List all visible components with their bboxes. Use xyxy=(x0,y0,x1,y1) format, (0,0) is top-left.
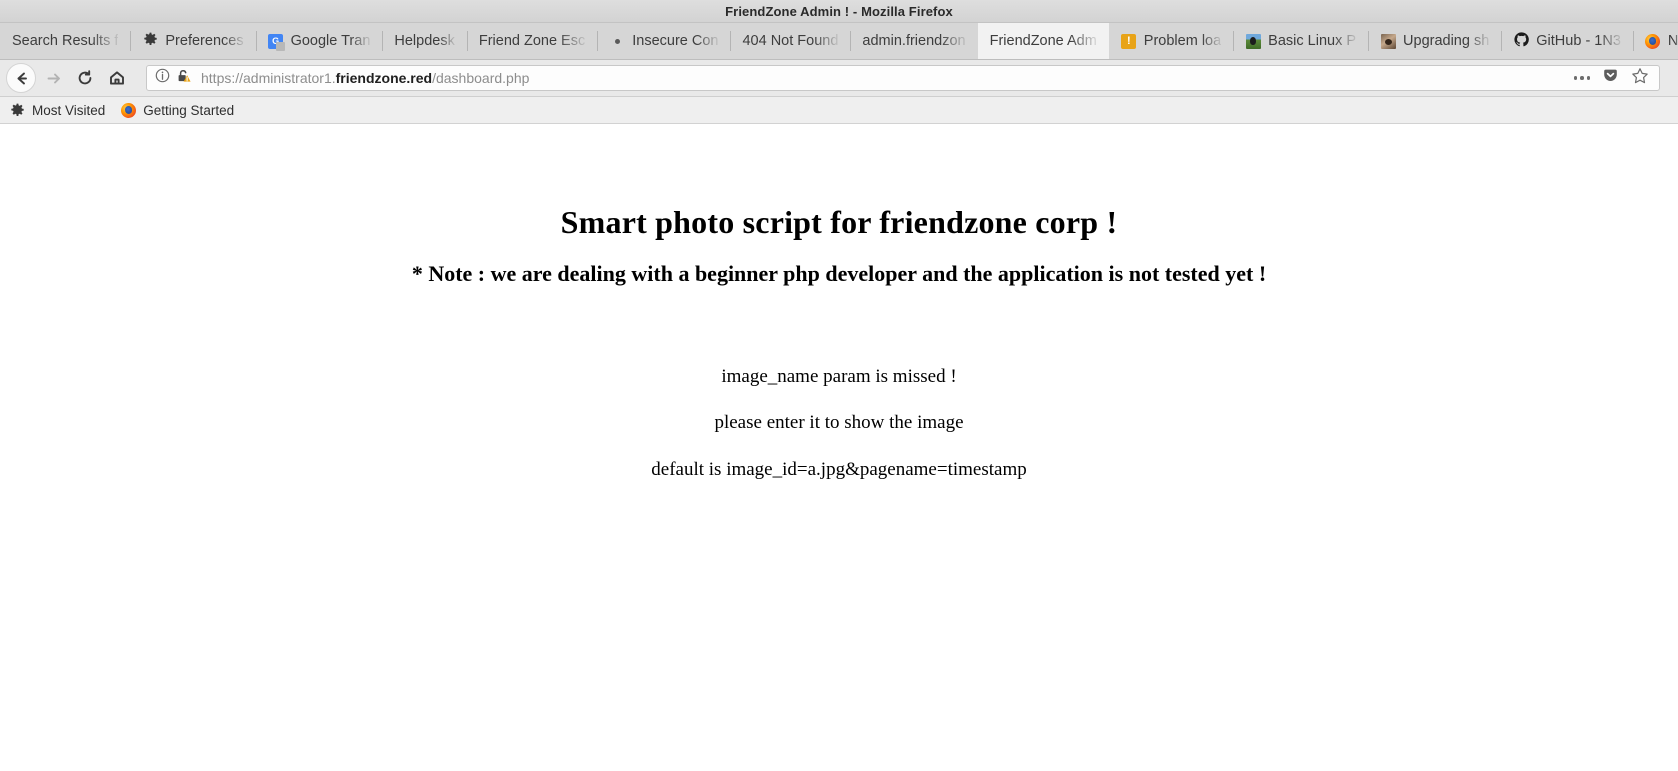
forward-arrow-icon xyxy=(45,70,62,87)
browser-tab-insecure-connection[interactable]: Insecure Con xyxy=(597,23,731,59)
browser-tab-preferences[interactable]: Preferences xyxy=(130,23,256,59)
browser-tab-search-results[interactable]: Search Results f xyxy=(0,23,131,59)
tab-label: admin.friendzon xyxy=(862,33,966,49)
gear-icon xyxy=(142,32,158,49)
info-circle-icon[interactable] xyxy=(155,68,170,88)
back-arrow-icon xyxy=(13,70,30,87)
page-content: Smart photo script for friendzone corp !… xyxy=(0,124,1678,771)
tab-label: Google Tran xyxy=(290,33,371,49)
tab-label: 404 Not Found xyxy=(742,33,839,49)
star-icon[interactable] xyxy=(1631,67,1649,90)
home-icon xyxy=(108,69,126,87)
message-line-2: please enter it to show the image xyxy=(714,412,964,434)
browser-tab-last[interactable]: N xyxy=(1632,23,1678,59)
google-translate-icon: G xyxy=(268,33,286,51)
tab-label: Upgrading sh xyxy=(1403,33,1490,49)
forward-button[interactable] xyxy=(38,63,68,93)
url-host: friendzone.red xyxy=(335,70,433,86)
dot-icon xyxy=(609,33,625,49)
warning-icon: ! xyxy=(1121,33,1137,49)
pocket-save-icon[interactable] xyxy=(1602,67,1619,89)
dog-thumbnail-icon xyxy=(1380,33,1396,49)
reload-button[interactable] xyxy=(70,63,100,93)
browser-tab-google-translate[interactable]: G Google Tran xyxy=(255,23,383,59)
address-bar-url[interactable]: https://administrator1.friendzone.red/da… xyxy=(199,70,1567,86)
bookmark-getting-started[interactable]: Getting Started xyxy=(121,102,235,118)
firefox-icon xyxy=(1645,33,1661,49)
tab-label: Friend Zone Esc xyxy=(478,33,586,49)
github-icon xyxy=(1513,31,1529,49)
tab-label: GitHub - 1N3 xyxy=(1536,33,1621,49)
browser-tab-basic-linux[interactable]: Basic Linux P xyxy=(1233,23,1369,59)
ellipsis-icon[interactable] xyxy=(1573,76,1590,80)
browser-tab-friendzone-admin[interactable]: FriendZone Adm xyxy=(977,23,1109,59)
tab-label: Helpdesk xyxy=(394,33,455,49)
firefox-icon xyxy=(121,102,137,118)
browser-tab-admin-friendzone[interactable]: admin.friendzon xyxy=(850,23,978,59)
tab-label: Insecure Con xyxy=(632,33,719,49)
url-prefix: https://administrator1. xyxy=(201,70,336,86)
gear-icon xyxy=(10,103,25,118)
tab-label: Problem loa xyxy=(1143,33,1222,49)
browser-tab-strip[interactable]: Search Results f Preferences G Google Tr… xyxy=(0,23,1678,60)
tab-label: Preferences xyxy=(165,33,244,49)
tab-label: FriendZone Adm xyxy=(989,33,1097,49)
url-suffix: /dashboard.php xyxy=(432,70,530,86)
tab-label: Basic Linux P xyxy=(1268,33,1357,49)
browser-tab-problem-loading[interactable]: ! Problem loa xyxy=(1108,23,1234,59)
browser-navigation-bar: https://administrator1.friendzone.red/da… xyxy=(0,60,1678,97)
reload-icon xyxy=(76,69,94,87)
browser-tab-upgrading-shell[interactable]: Upgrading sh xyxy=(1368,23,1502,59)
browser-tab-404-not-found[interactable]: 404 Not Found xyxy=(730,23,851,59)
back-button[interactable] xyxy=(6,63,36,93)
page-note: * Note : we are dealing with a beginner … xyxy=(411,261,1267,286)
message-line-3: default is image_id=a.jpg&pagename=times… xyxy=(651,458,1027,480)
bookmarks-toolbar: Most Visited Getting Started xyxy=(0,97,1678,124)
home-button[interactable] xyxy=(102,63,132,93)
broken-lock-warning-icon[interactable] xyxy=(176,68,192,89)
page-heading: Smart photo script for friendzone corp ! xyxy=(560,204,1118,240)
page-message-block: image_name param is missed ! please ente… xyxy=(0,287,1678,486)
bookmark-label: Getting Started xyxy=(143,102,235,118)
browser-tab-github[interactable]: GitHub - 1N3 xyxy=(1501,23,1633,59)
browser-tab-friend-zone-esc[interactable]: Friend Zone Esc xyxy=(466,23,598,59)
address-bar[interactable]: https://administrator1.friendzone.red/da… xyxy=(146,65,1660,91)
tab-label: N xyxy=(1667,33,1678,49)
linux-thumbnail-icon xyxy=(1245,33,1261,49)
bookmark-most-visited[interactable]: Most Visited xyxy=(10,103,105,118)
message-line-1: image_name param is missed ! xyxy=(721,366,957,387)
window-titlebar: FriendZone Admin ! - Mozilla Firefox xyxy=(0,0,1678,23)
window-title: FriendZone Admin ! - Mozilla Firefox xyxy=(725,3,953,19)
browser-tab-helpdesk[interactable]: Helpdesk xyxy=(382,23,467,59)
bookmark-label: Most Visited xyxy=(32,102,106,118)
tab-label: Search Results f xyxy=(12,33,119,49)
